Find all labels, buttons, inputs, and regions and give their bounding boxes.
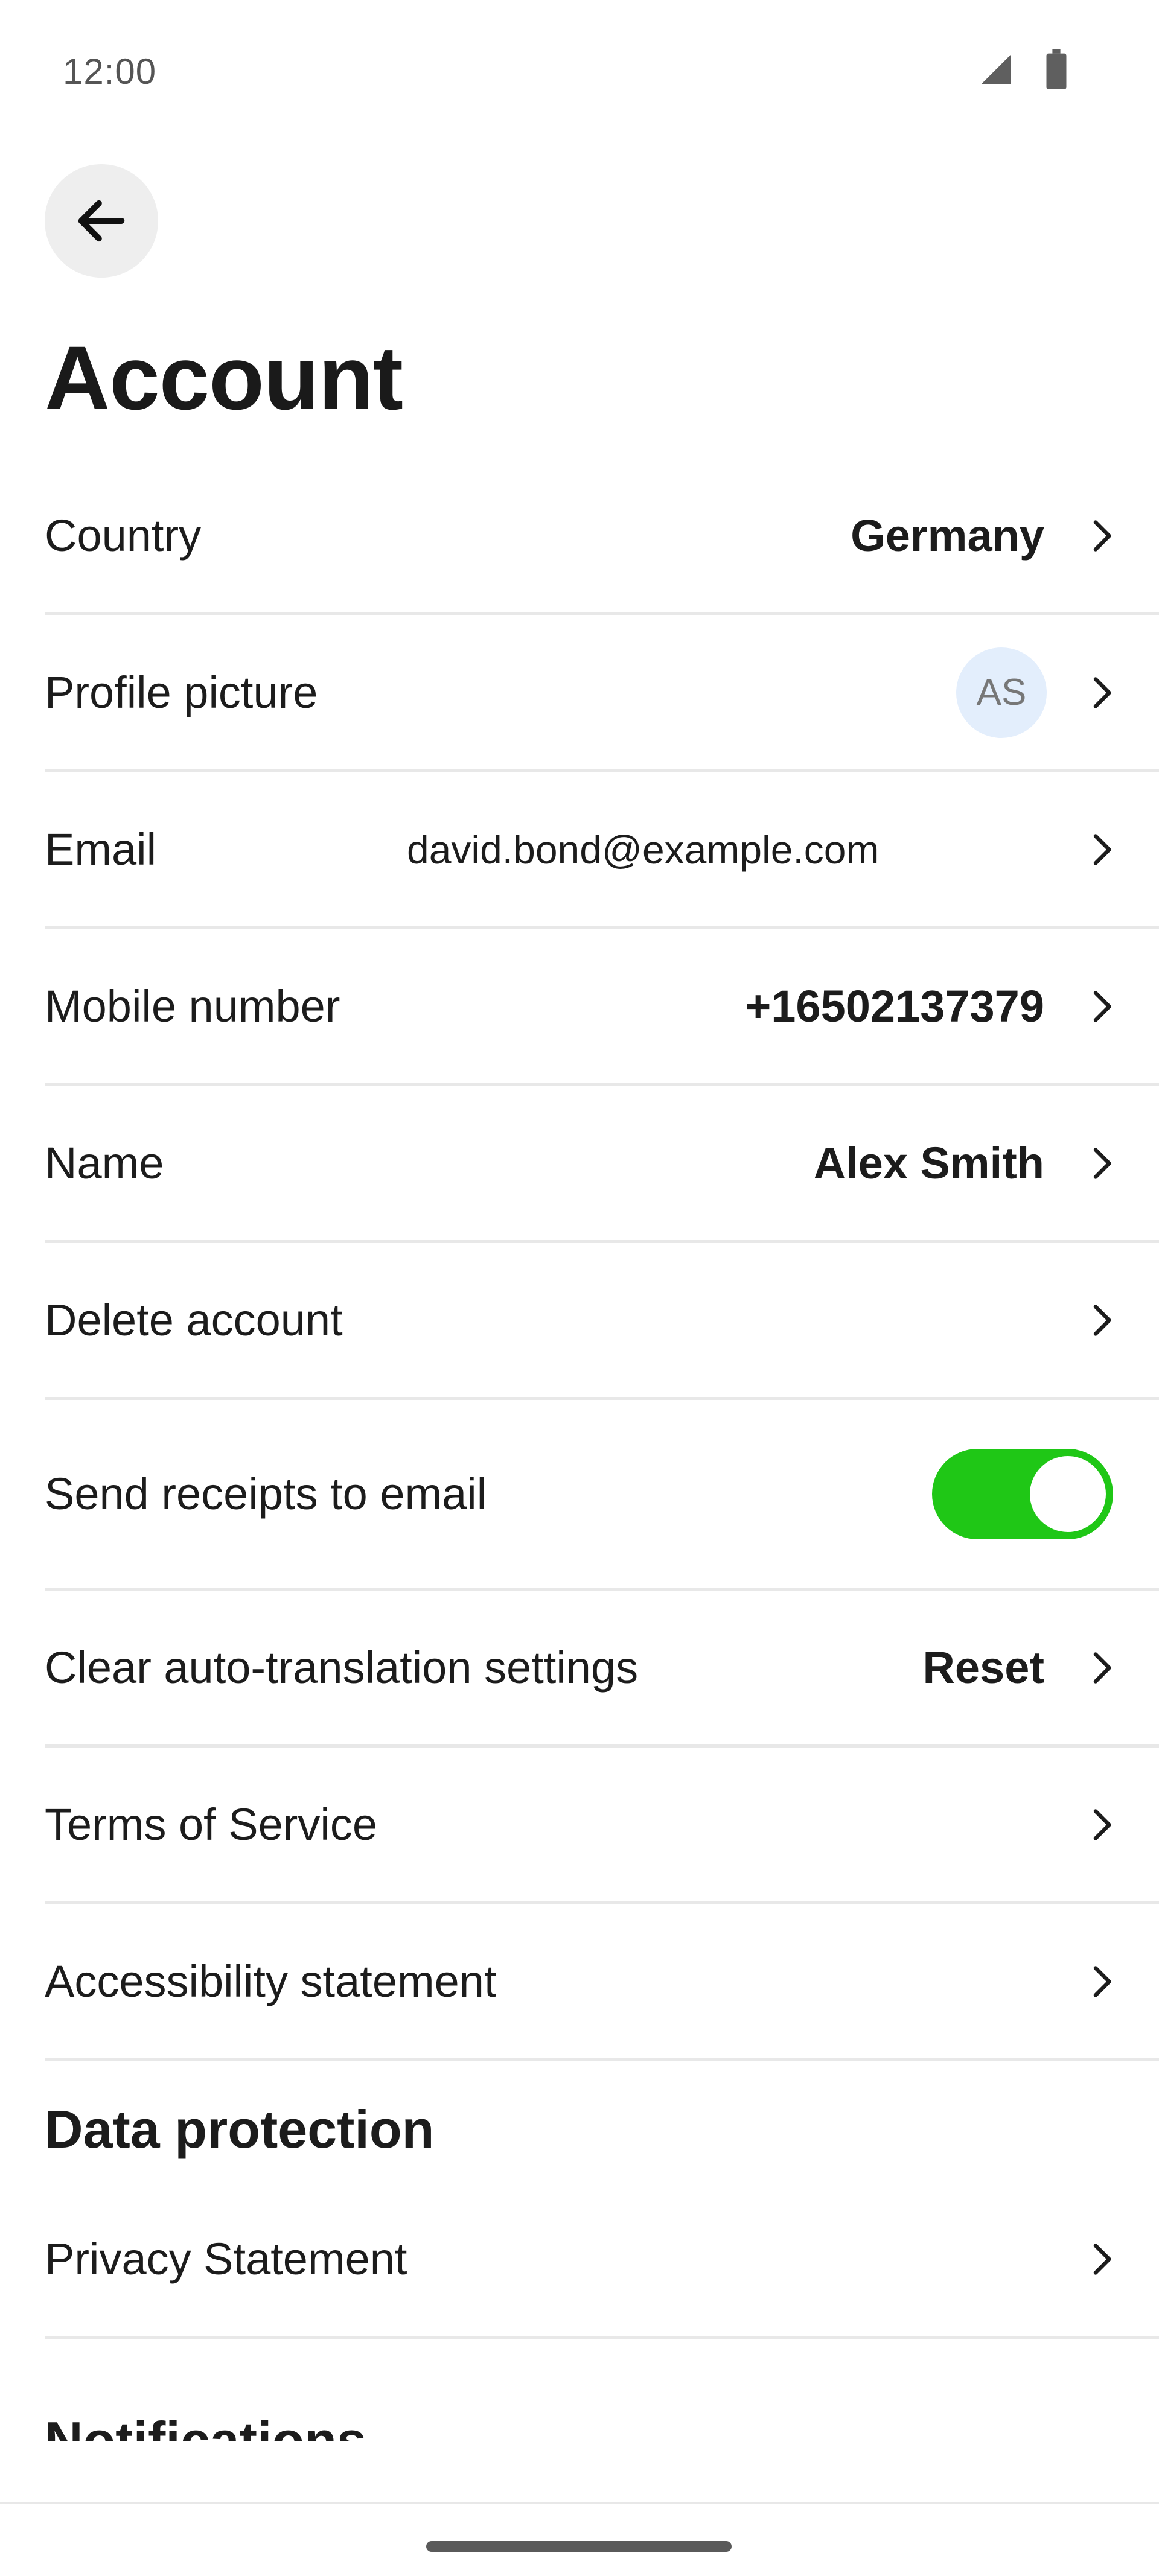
row-send-receipts: Send receipts to email	[45, 1400, 1159, 1591]
row-accessibility[interactable]: Accessibility statement	[45, 1904, 1159, 2061]
row-label: Accessibility statement	[45, 1956, 497, 2006]
row-privacy-statement[interactable]: Privacy Statement	[45, 2182, 1159, 2339]
chevron-right-icon	[1081, 515, 1123, 557]
row-country[interactable]: Country Germany	[45, 459, 1159, 615]
avatar: AS	[956, 647, 1047, 738]
chevron-right-icon	[1081, 672, 1123, 714]
row-label: Delete account	[45, 1295, 343, 1345]
status-time: 12:00	[63, 51, 157, 92]
chevron-right-icon	[1081, 1961, 1123, 2003]
row-mobile-number[interactable]: Mobile number +16502137379	[45, 929, 1159, 1086]
page-title: Account	[45, 327, 403, 428]
row-label: Email	[45, 824, 157, 874]
gesture-bar	[0, 2502, 1159, 2576]
row-terms[interactable]: Terms of Service	[45, 1748, 1159, 1904]
section-title-notifications: Notifications	[45, 2339, 1159, 2441]
row-label: Mobile number	[45, 981, 340, 1031]
row-value: Reset	[922, 1643, 1044, 1693]
row-label: Terms of Service	[45, 1799, 378, 1849]
row-profile-picture[interactable]: Profile picture AS	[45, 615, 1159, 772]
signal-icon	[981, 54, 1011, 84]
row-label: Name	[45, 1138, 164, 1188]
chevron-right-icon	[1081, 985, 1123, 1028]
row-email[interactable]: Email david.bond@example.com	[45, 772, 1159, 929]
chevron-right-icon	[1081, 1804, 1123, 1846]
toggle-knob	[1030, 1455, 1106, 1532]
chevron-right-icon	[1081, 1299, 1123, 1341]
chevron-right-icon	[1081, 1142, 1123, 1185]
account-settings-list: Country Germany Profile picture AS Email…	[45, 459, 1159, 2441]
home-indicator[interactable]	[426, 2541, 732, 2552]
back-button[interactable]	[45, 164, 158, 278]
row-label: Privacy Statement	[45, 2234, 407, 2284]
chevron-right-icon	[1081, 2238, 1123, 2280]
chevron-right-icon	[1081, 1647, 1123, 1689]
row-value: Alex Smith	[813, 1138, 1044, 1188]
row-name[interactable]: Name Alex Smith	[45, 1086, 1159, 1243]
status-icons	[978, 49, 1068, 89]
send-receipts-toggle[interactable]	[932, 1448, 1113, 1539]
row-clear-translation[interactable]: Clear auto-translation settings Reset	[45, 1591, 1159, 1748]
battery-icon	[1046, 49, 1067, 89]
status-bar: 12:00	[0, 0, 1159, 139]
arrow-left-icon	[78, 200, 125, 242]
row-label: Country	[45, 510, 202, 561]
row-value: +16502137379	[745, 981, 1044, 1031]
row-delete-account[interactable]: Delete account	[45, 1243, 1159, 1400]
chevron-right-icon	[1081, 828, 1123, 871]
row-value: david.bond@example.com	[407, 827, 880, 872]
row-label: Profile picture	[45, 667, 318, 717]
row-value: Germany	[851, 510, 1044, 561]
section-title-data-protection: Data protection	[45, 2099, 435, 2159]
section-title-text: Notifications	[45, 2411, 366, 2441]
row-label: Clear auto-translation settings	[45, 1643, 639, 1693]
row-label: Send receipts to email	[45, 1469, 487, 1519]
